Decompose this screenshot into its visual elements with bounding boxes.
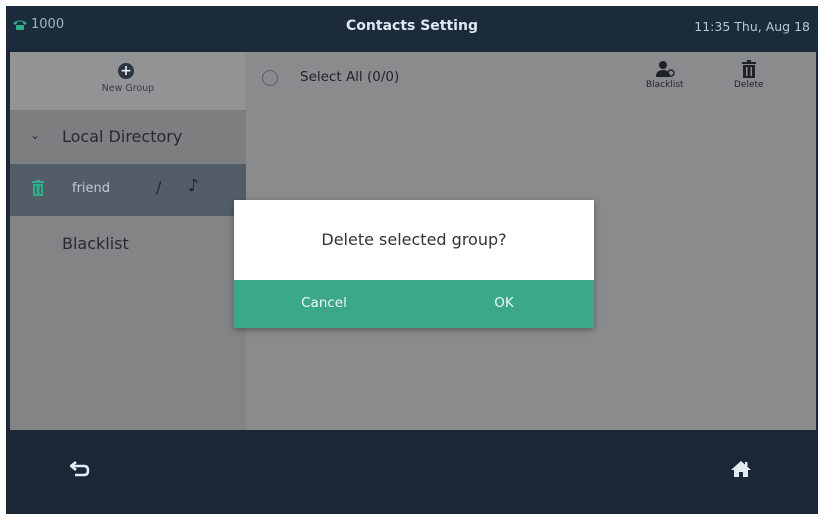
clock: 11:35 Thu, Aug 18 — [694, 19, 810, 34]
edit-icon[interactable]: ∕ — [156, 178, 161, 197]
ok-button[interactable]: OK — [414, 280, 594, 328]
select-all-label[interactable]: Select All (0/0) — [300, 69, 399, 85]
new-group-button[interactable]: + New Group — [10, 52, 246, 111]
chevron-down-icon: ⌄ — [30, 128, 41, 142]
user-block-icon — [655, 61, 675, 77]
trash-icon[interactable] — [32, 180, 44, 196]
dialog-buttons: Cancel OK — [234, 280, 594, 328]
delete-button-label: Delete — [734, 80, 764, 90]
sidebar-item-local-directory[interactable]: ⌄ Local Directory — [10, 111, 246, 163]
add-circle-icon: + — [118, 63, 134, 79]
sidebar-item-blacklist[interactable]: Blacklist — [10, 217, 246, 269]
blacklist-button-label: Blacklist — [646, 80, 684, 90]
sidebar-item-friend[interactable]: friend ∕ ♪ — [10, 164, 246, 216]
group-sidebar: + New Group ⌄ Local Directory friend ∕ ♪ — [10, 52, 246, 430]
confirm-dialog: Delete selected group? Cancel OK — [234, 200, 594, 328]
list-toolbar: Select All (0/0) Blacklist Delete — [246, 52, 816, 110]
phone-screen: 1000 Contacts Setting 11:35 Thu, Aug 18 … — [6, 6, 818, 514]
delete-button[interactable]: Delete — [734, 60, 764, 90]
sidebar-item-label: friend — [72, 181, 111, 196]
dialog-message: Delete selected group? — [234, 200, 594, 280]
home-icon[interactable] — [730, 460, 752, 478]
status-bar: 1000 Contacts Setting 11:35 Thu, Aug 18 — [6, 6, 818, 50]
navigation-bar — [6, 430, 818, 514]
trash-icon — [741, 60, 756, 78]
sidebar-item-label: Local Directory — [62, 127, 183, 146]
select-all-radio[interactable] — [262, 70, 278, 86]
back-icon[interactable] — [70, 460, 90, 478]
cancel-button[interactable]: Cancel — [234, 280, 414, 328]
new-group-label: New Group — [101, 83, 155, 94]
ringtone-icon[interactable]: ♪ — [188, 176, 199, 196]
sidebar-item-label: Blacklist — [62, 234, 129, 253]
blacklist-button[interactable]: Blacklist — [646, 60, 684, 90]
